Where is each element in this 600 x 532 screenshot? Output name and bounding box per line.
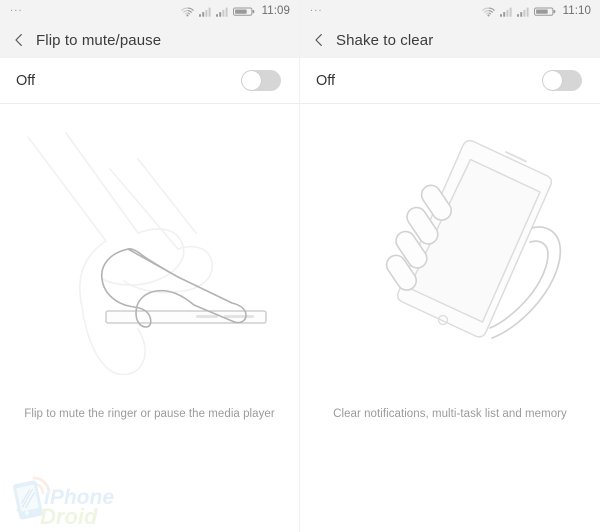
wifi-icon	[481, 6, 495, 17]
status-icons-group: 11:10	[481, 5, 591, 17]
signal-icon	[516, 6, 529, 17]
status-icons-group: 11:09	[180, 5, 290, 17]
hand-flipping-phone-facedown-illustration	[26, 132, 267, 376]
status-overflow-icon: ...	[310, 2, 323, 14]
wifi-icon	[180, 6, 194, 17]
status-time: 11:09	[261, 5, 290, 17]
status-bar: ...	[0, 0, 299, 22]
illustration-area	[300, 104, 600, 404]
back-button[interactable]	[312, 33, 336, 47]
chevron-left-icon	[15, 34, 22, 46]
battery-icon	[232, 6, 255, 17]
switch-knob	[242, 71, 261, 90]
switch-knob	[543, 71, 562, 90]
page-title: Flip to mute/pause	[36, 31, 162, 49]
smartphone-icon	[13, 476, 51, 520]
battery-icon	[533, 6, 556, 17]
watermark-logo: iPhone Droid	[13, 476, 114, 529]
setting-description: Flip to mute the ringer or pause the med…	[24, 408, 275, 420]
watermark-line1: iPhone	[44, 486, 114, 509]
watermark-line2: Droid	[40, 504, 98, 529]
page-title: Shake to clear	[336, 31, 434, 49]
status-overflow-icon: ...	[10, 2, 23, 14]
status-bar: ...	[300, 0, 600, 22]
setting-description: Clear notifications, multi-task list and…	[333, 408, 567, 420]
dual-screenshot-container: ... 11:09 Flip to mute/pause Off Flip to…	[0, 0, 600, 532]
back-button[interactable]	[12, 33, 36, 47]
chevron-left-icon	[315, 34, 322, 46]
setting-toggle-row[interactable]: Off	[0, 58, 299, 104]
screen-shake-to-clear: ... 11:10 Shake to clear Off Clear notif…	[300, 0, 600, 532]
signal-icon	[499, 6, 512, 17]
toggle-state-label: Off	[316, 72, 336, 89]
screen-flip-to-mute: ... 11:09 Flip to mute/pause Off Flip to…	[0, 0, 300, 532]
toggle-state-label: Off	[16, 72, 36, 89]
hand-holding-phone-shaking-illustration	[385, 139, 562, 339]
signal-icon	[198, 6, 211, 17]
app-bar: Shake to clear	[300, 22, 600, 58]
status-time: 11:10	[562, 5, 591, 17]
app-bar: Flip to mute/pause	[0, 22, 299, 58]
signal-icon	[215, 6, 228, 17]
setting-toggle-row[interactable]: Off	[300, 58, 600, 104]
illustration-area	[0, 104, 299, 404]
shake-to-clear-switch[interactable]	[542, 70, 582, 91]
flip-to-mute-switch[interactable]	[241, 70, 281, 91]
